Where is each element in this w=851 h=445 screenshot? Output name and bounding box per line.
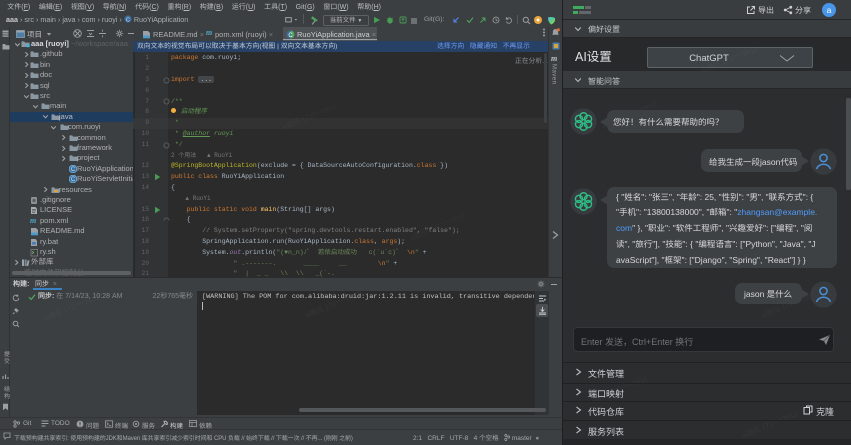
svg-text:C: C [288, 33, 293, 39]
svg-text:C: C [126, 17, 130, 23]
